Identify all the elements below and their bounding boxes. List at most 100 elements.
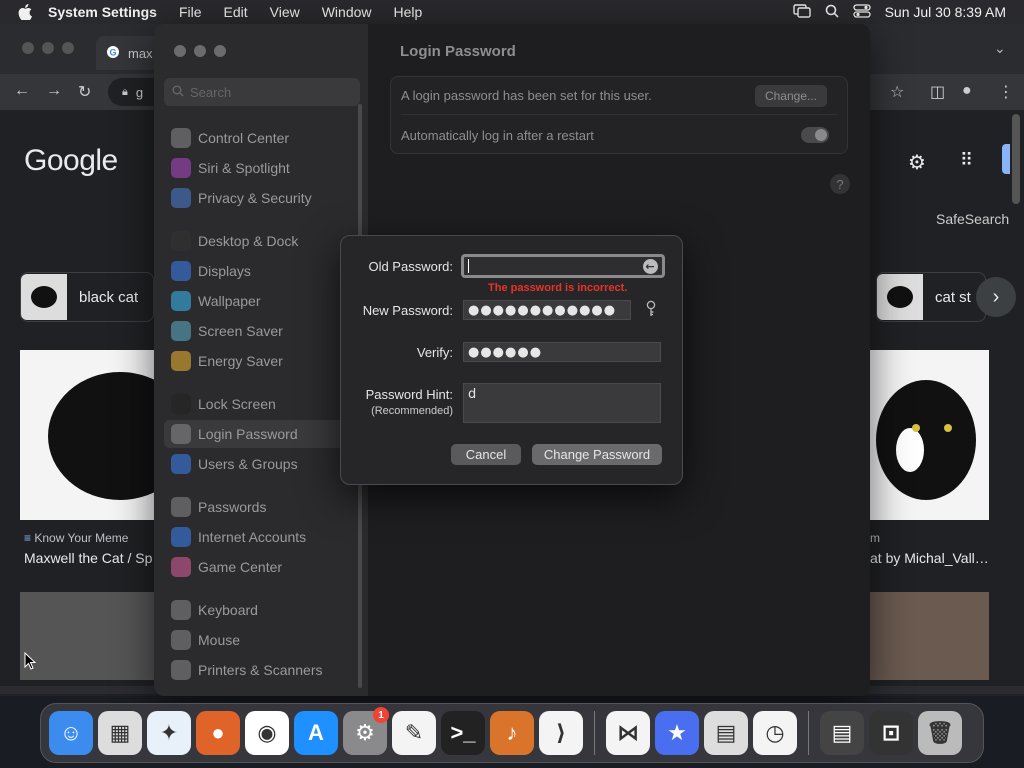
vscode-icon[interactable]: ⟩ bbox=[539, 711, 583, 755]
forward-arrow-icon[interactable]: → bbox=[46, 82, 62, 100]
more-menu-icon[interactable]: ⋮ bbox=[998, 82, 1014, 102]
sidebar-item-internet-accounts[interactable]: Internet Accounts bbox=[164, 523, 360, 551]
sidebar-item-users-groups[interactable]: Users & Groups bbox=[164, 450, 360, 478]
siri-icon bbox=[171, 158, 191, 178]
apps-grid-icon[interactable]: ⠿ bbox=[960, 150, 973, 171]
settings-gear-icon[interactable]: ⚙ bbox=[908, 150, 926, 175]
system-settings-icon[interactable]: ⚙ 1 bbox=[343, 707, 389, 755]
image-result-cat[interactable] bbox=[870, 350, 989, 520]
image-result-maxwell[interactable] bbox=[20, 350, 154, 520]
suggestion-chip-black-cat[interactable]: black cat bbox=[20, 272, 154, 322]
sidebar-item-keyboard[interactable]: Keyboard bbox=[164, 596, 360, 624]
new-password-field[interactable]: ●●●●●●●●●●●● bbox=[463, 300, 631, 320]
profile-avatar-icon[interactable]: ● bbox=[962, 82, 972, 100]
at-icon bbox=[171, 527, 191, 547]
sidebar-item-energy-saver[interactable]: Energy Saver bbox=[164, 347, 360, 375]
sidebar-item-siri-spotlight[interactable]: Siri & Spotlight bbox=[164, 154, 360, 182]
change-password-button[interactable]: Change... bbox=[755, 84, 827, 107]
reeder-icon[interactable]: ★ bbox=[655, 711, 699, 755]
vertical-scrollbar-thumb[interactable] bbox=[1012, 114, 1020, 204]
password-assistant-key-icon[interactable] bbox=[644, 300, 658, 321]
window-close-button[interactable] bbox=[174, 45, 186, 57]
window-zoom-button[interactable] bbox=[214, 45, 226, 57]
browser-close-button[interactable] bbox=[22, 42, 34, 54]
sidebar-item-mouse[interactable]: Mouse bbox=[164, 626, 360, 654]
change-password-submit-button[interactable]: Change Password bbox=[532, 444, 662, 465]
finder-icon[interactable]: ☺ bbox=[49, 711, 93, 755]
browser-minimize-button[interactable] bbox=[42, 42, 54, 54]
sun-icon bbox=[171, 261, 191, 281]
chrome-icon[interactable]: ◉ bbox=[245, 711, 289, 755]
terminal-icon[interactable]: >_ bbox=[441, 711, 485, 755]
menu-edit[interactable]: Edit bbox=[224, 4, 248, 20]
launchpad-icon[interactable]: ▦ bbox=[98, 711, 142, 755]
cancel-button[interactable]: Cancel bbox=[451, 444, 521, 465]
window-minimize-button[interactable] bbox=[194, 45, 206, 57]
back-arrow-icon[interactable]: ← bbox=[14, 82, 30, 100]
screenshot-icon[interactable]: ⊡ bbox=[869, 711, 913, 755]
dock-icon bbox=[171, 231, 191, 251]
garageband-icon[interactable]: ♪ bbox=[490, 711, 534, 755]
password-hint-field[interactable]: d bbox=[463, 383, 661, 423]
sidebar-item-passwords[interactable]: Passwords bbox=[164, 493, 360, 521]
trash-icon[interactable]: 🗑 bbox=[918, 711, 962, 755]
google-logo[interactable]: Google bbox=[24, 144, 118, 178]
sidebar-item-login-password[interactable]: Login Password bbox=[164, 420, 360, 448]
bookmark-star-icon[interactable]: ☆ bbox=[890, 82, 904, 102]
verify-password-field[interactable]: ●●●●●● bbox=[463, 342, 661, 362]
calculator-widget-icon[interactable]: ▤ bbox=[820, 711, 864, 755]
sidebar-item-displays[interactable]: Displays bbox=[164, 257, 360, 285]
apple-menu-icon[interactable] bbox=[18, 4, 34, 20]
menu-view[interactable]: View bbox=[270, 4, 300, 20]
settings-sidebar: Search Control Center Siri & Spotlight Pri… bbox=[154, 24, 368, 696]
sidebar-item-screen-saver[interactable]: Screen Saver bbox=[164, 317, 360, 345]
side-panel-icon[interactable]: ◫ bbox=[930, 82, 945, 102]
auto-login-toggle[interactable] bbox=[801, 127, 829, 143]
keyboard-icon bbox=[171, 600, 191, 620]
dock-separator bbox=[594, 711, 595, 755]
control-center-icon[interactable] bbox=[852, 3, 871, 21]
sidebar-item-label: Lock Screen bbox=[198, 396, 276, 412]
sidebar-search-field[interactable]: Search bbox=[164, 78, 360, 106]
safesearch-toggle[interactable]: SafeSearch bbox=[936, 211, 1009, 227]
app-name-menu[interactable]: System Settings bbox=[48, 4, 157, 20]
spotlight-search-icon[interactable] bbox=[825, 4, 839, 21]
textedit-icon[interactable]: ✎ bbox=[392, 711, 436, 755]
screen-mirroring-icon[interactable] bbox=[792, 3, 811, 21]
suggestion-chip-cat-st[interactable]: cat st bbox=[876, 272, 986, 322]
sidebar-item-printers-scanners[interactable]: Printers & Scanners bbox=[164, 656, 360, 684]
image-result-building[interactable] bbox=[870, 592, 989, 680]
sidebar-item-control-center[interactable]: Control Center bbox=[164, 124, 360, 152]
sidebar-item-game-center[interactable]: Game Center bbox=[164, 553, 360, 581]
clear-field-icon[interactable]: ← bbox=[643, 259, 658, 274]
sidebar-item-desktop-dock[interactable]: Desktop & Dock bbox=[164, 227, 360, 255]
clock-icon[interactable]: ◷ bbox=[753, 711, 797, 755]
sidebar-item-privacy-security[interactable]: Privacy & Security bbox=[164, 184, 360, 212]
login-password-panel: A login password has been set for this u… bbox=[390, 76, 848, 154]
firefox-icon[interactable]: ● bbox=[196, 711, 240, 755]
sidebar-item-lock-screen[interactable]: Lock Screen bbox=[164, 390, 360, 418]
chips-next-chevron-icon[interactable]: › bbox=[976, 277, 1016, 317]
image-result-street[interactable] bbox=[20, 592, 154, 680]
sidebar-item-wallpaper[interactable]: Wallpaper bbox=[164, 287, 360, 315]
help-button[interactable]: ? bbox=[830, 174, 850, 194]
mouse-pointer-icon bbox=[24, 651, 37, 675]
calculator-icon[interactable]: ▤ bbox=[704, 711, 748, 755]
image-title-michal[interactable]: at by Michal_Vall… bbox=[870, 550, 989, 566]
visual-studio-icon[interactable]: ⋈ bbox=[606, 711, 650, 755]
wallpaper-icon bbox=[171, 291, 191, 311]
browser-zoom-button[interactable] bbox=[62, 42, 74, 54]
menubar-clock[interactable]: Sun Jul 30 8:39 AM bbox=[885, 4, 1006, 20]
image-source-knowyourmeme[interactable]: ≡ Know Your Meme bbox=[24, 531, 128, 545]
image-title-maxwell[interactable]: Maxwell the Cat / Sp bbox=[24, 550, 152, 566]
safari-icon[interactable]: ✦ bbox=[147, 711, 191, 755]
key-icon bbox=[171, 497, 191, 517]
sign-in-button[interactable] bbox=[1002, 144, 1010, 174]
menu-window[interactable]: Window bbox=[322, 4, 372, 20]
reload-icon[interactable]: ↻ bbox=[78, 82, 91, 102]
menu-file[interactable]: File bbox=[179, 4, 202, 20]
tab-search-chevron-icon[interactable]: ⌄ bbox=[994, 40, 1006, 57]
menu-help[interactable]: Help bbox=[394, 4, 423, 20]
old-password-field[interactable]: ← bbox=[461, 254, 665, 278]
app-store-icon[interactable]: A bbox=[294, 711, 338, 755]
